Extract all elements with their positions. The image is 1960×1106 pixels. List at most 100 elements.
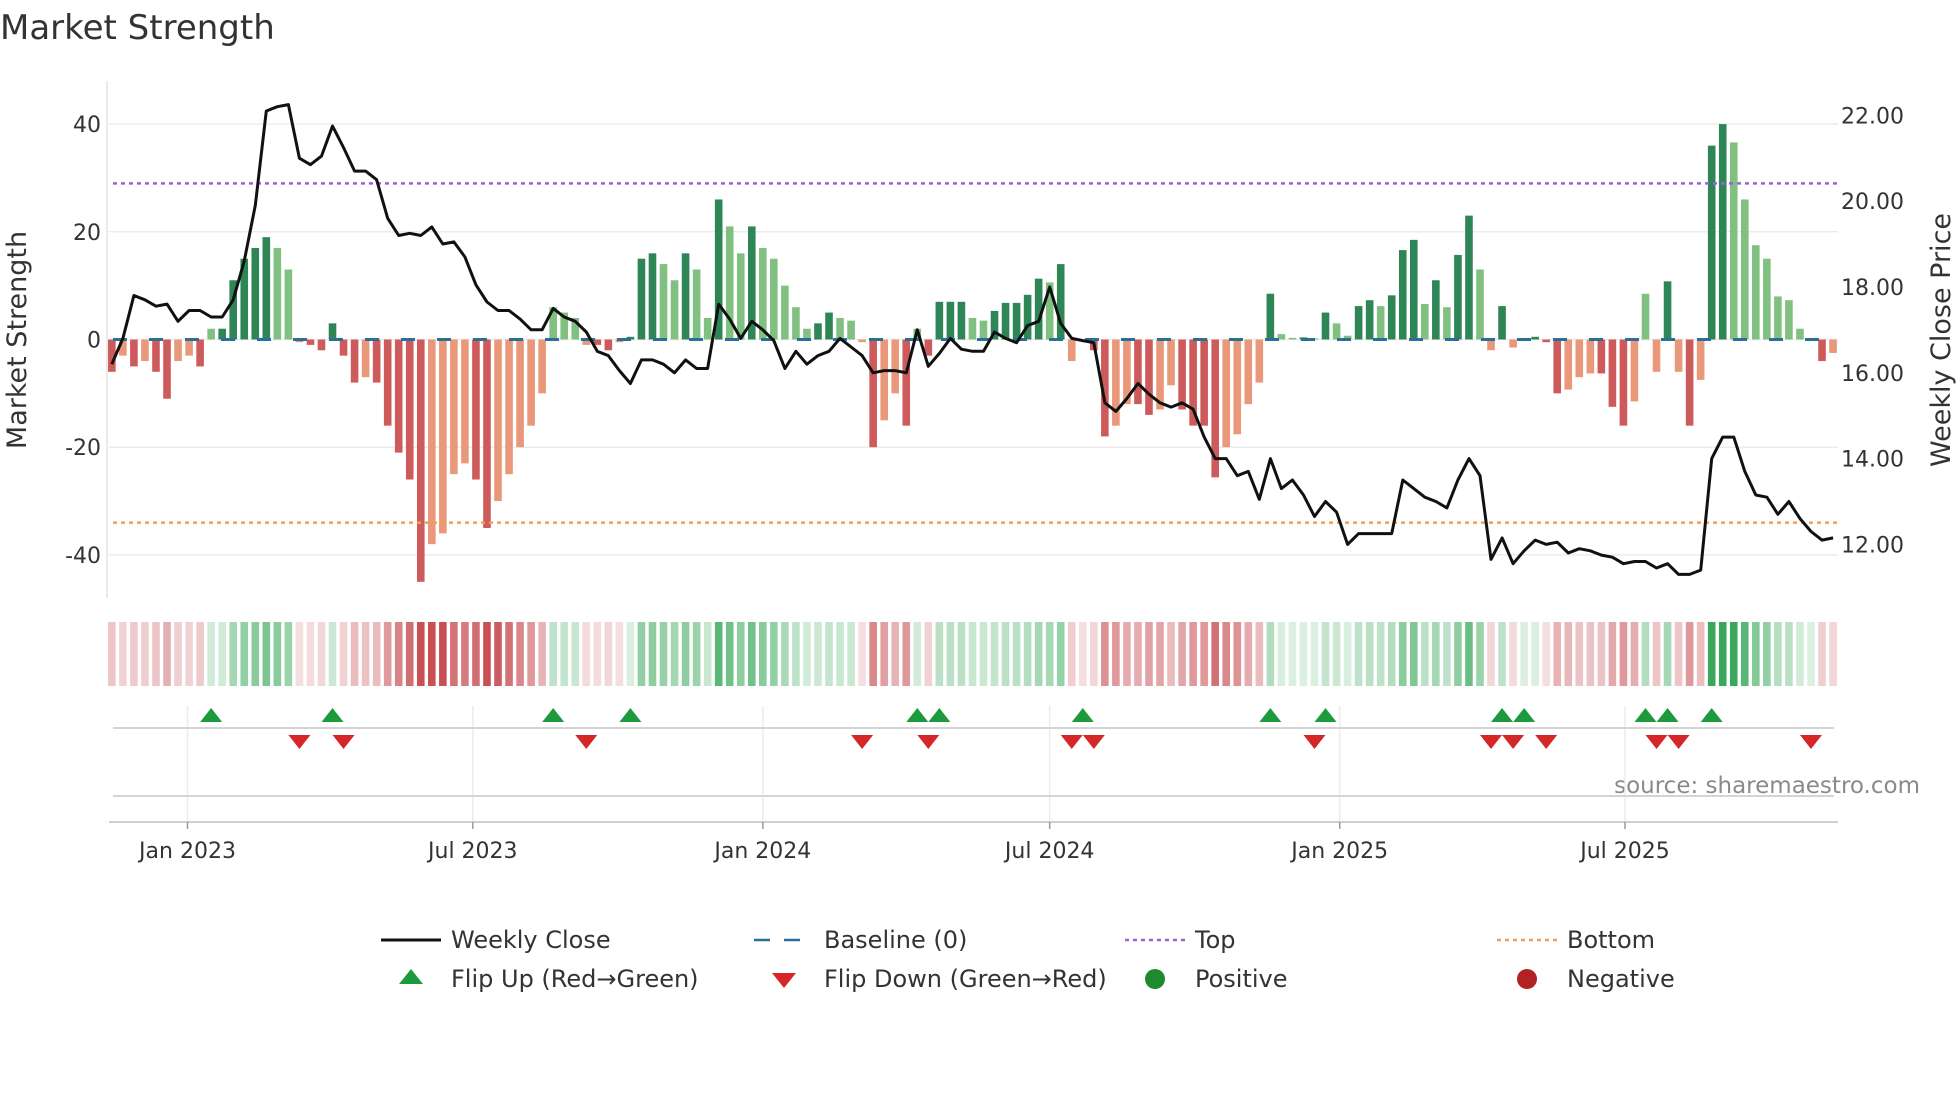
strength-bar [1012, 302, 1021, 340]
heat-strip-cell [1134, 622, 1142, 686]
flip-down-marker [1303, 735, 1326, 749]
heat-strip-cell [1421, 622, 1429, 686]
flip-up-marker [200, 708, 223, 722]
strength-bar [1023, 294, 1032, 340]
flip-up-marker [928, 708, 951, 722]
heat-strip-cell [1729, 622, 1738, 686]
legend: Weekly Close Baseline (0) Top Bottom Flip Up… [381, 926, 1675, 993]
strength-bar [1476, 269, 1484, 340]
heat-strip-cell [262, 622, 271, 686]
y-tick-label: -40 [65, 544, 101, 569]
flip-up-marker [1634, 708, 1657, 722]
heat-strip-cell [990, 622, 999, 686]
heat-strip-cell [1354, 622, 1363, 686]
strength-bar [1509, 339, 1517, 348]
strength-bar [1652, 339, 1661, 372]
heat-strip-cell [372, 622, 381, 686]
strength-bar [1134, 339, 1142, 405]
flip-down-marker [1535, 735, 1558, 749]
heat-strip-cell [1398, 622, 1407, 686]
heat-strip-cell [1575, 622, 1584, 686]
legend-item-dash: Baseline (0) [754, 926, 967, 954]
heat-strip-cell [747, 622, 756, 686]
heat-strip-cell [516, 622, 524, 686]
y-axis-label: Market Strength [2, 231, 33, 449]
strength-bar [880, 339, 888, 421]
heat-strip-cell [383, 622, 392, 686]
heat-strip-cell [328, 622, 337, 686]
heat-strip-cell [1608, 622, 1617, 686]
strength-bar [902, 339, 911, 426]
heat-strip-cell [1045, 622, 1054, 686]
strength-bar [1564, 339, 1573, 390]
flip-down-marker [1082, 735, 1105, 749]
heat-strip-cell [858, 622, 866, 686]
triangle-up-icon [399, 969, 423, 984]
heat-strip-cell [1696, 622, 1705, 686]
strength-bar [394, 339, 403, 453]
heat-strip-cell [560, 622, 569, 686]
y-right-tick-label: 18.00 [1841, 276, 1904, 301]
heat-strip-cell [604, 622, 613, 686]
legend-item-dot-orange: Bottom [1497, 926, 1655, 954]
heat-strip-cell [1288, 622, 1297, 686]
strength-bar [527, 339, 535, 426]
strength-bar [538, 339, 546, 394]
strength-bar [273, 247, 282, 340]
strength-bar [670, 280, 679, 340]
strength-bar [505, 339, 513, 475]
strength-bar [185, 339, 193, 356]
heat-strip-cell [1487, 622, 1495, 686]
strength-bar [1001, 302, 1010, 340]
strength-bar [494, 339, 502, 502]
heat-strip-cell [1376, 622, 1385, 686]
strength-bar [814, 323, 822, 340]
heat-strip-cell [1101, 622, 1109, 686]
heat-strip-cell [218, 622, 226, 686]
y-tick-label: 40 [73, 113, 101, 138]
heat-strip-cell [196, 622, 204, 686]
heat-strip-cell [759, 622, 767, 686]
flip-down-marker [1645, 735, 1668, 749]
strength-bar [781, 285, 789, 340]
heat-strip-cell [1685, 622, 1694, 686]
strength-bar [1608, 339, 1617, 407]
heat-strip-cell [1321, 622, 1330, 686]
flip-up-marker [1513, 708, 1536, 722]
strength-bar [1531, 336, 1539, 340]
heat-strip-cell [108, 622, 116, 686]
heat-strip-cell [273, 622, 282, 686]
flip-up-marker [1656, 708, 1679, 722]
flip-down-marker [575, 735, 598, 749]
strength-bar [1752, 245, 1760, 340]
strength-bar [1729, 142, 1738, 340]
y-right-tick-label: 12.00 [1841, 533, 1904, 558]
strength-bar [1487, 339, 1495, 351]
heat-strip-cell [626, 622, 635, 686]
strength-bar [361, 339, 370, 378]
heat-strip-cell [505, 622, 513, 686]
y-axis-right-label: Weekly Close Price [1926, 213, 1957, 467]
strength-bar [174, 339, 182, 362]
heat-strip-cell [692, 622, 701, 686]
heat-strip-cell [428, 622, 436, 686]
strength-bar [1321, 312, 1330, 340]
heat-strip-cell [1090, 622, 1098, 686]
heat-strip-cell [1586, 622, 1595, 686]
y-right-tick-label: 16.00 [1841, 362, 1904, 387]
strength-bar [1619, 339, 1628, 426]
heat-strip-cell [1001, 622, 1010, 686]
y-tick-label: 20 [73, 221, 101, 246]
flip-down-marker [1060, 735, 1083, 749]
x-tick-label: Jul 2024 [1003, 839, 1095, 864]
strength-bar [1718, 124, 1727, 340]
heat-strip-cell [725, 622, 734, 686]
legend-label: Baseline (0) [824, 926, 967, 954]
heat-strip-cell [174, 622, 182, 686]
heat-strip-cell [1774, 622, 1782, 686]
heat-strip-cell [1509, 622, 1517, 686]
heat-strip-cell [1796, 622, 1804, 686]
strength-bar [207, 328, 215, 340]
strength-bars [108, 124, 1837, 582]
heat-strip-cell [1454, 622, 1462, 686]
